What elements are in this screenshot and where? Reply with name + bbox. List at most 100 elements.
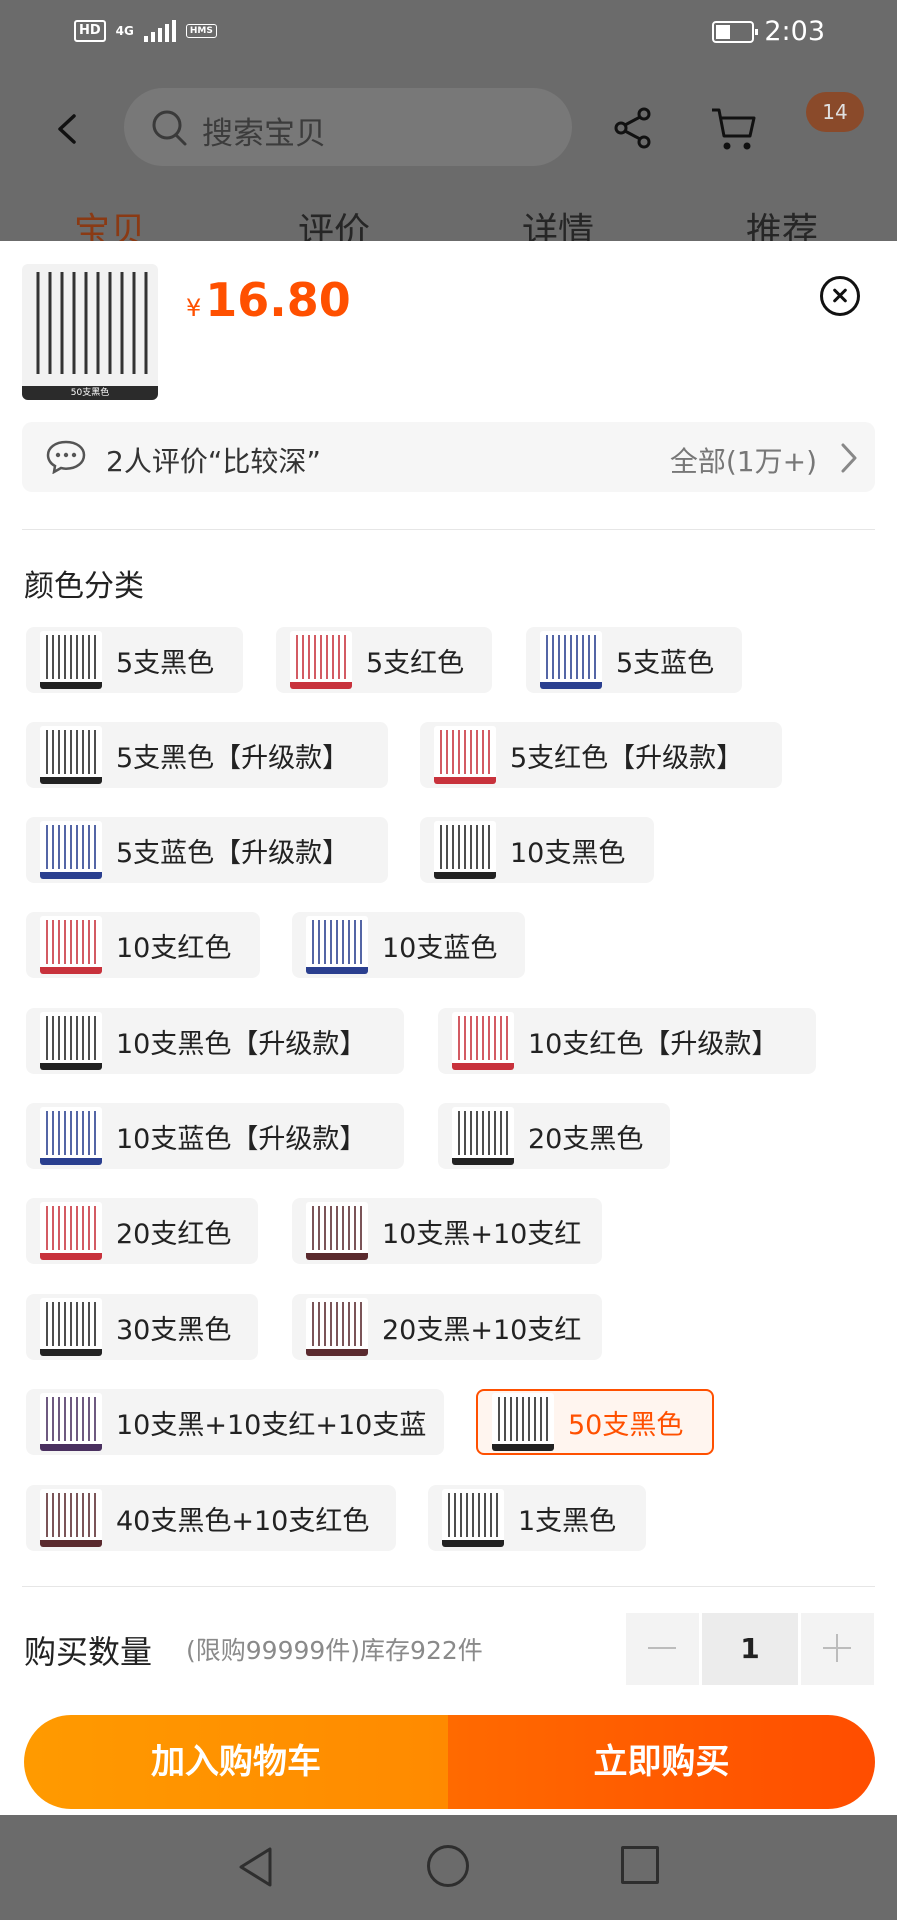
- variant-thumbnail: [40, 1298, 102, 1356]
- buy-now-button[interactable]: 立即购买: [448, 1715, 875, 1809]
- variant-title: 颜色分类: [24, 569, 144, 604]
- variant-option[interactable]: 10支黑+10支红+10支蓝: [26, 1389, 444, 1455]
- share-button[interactable]: [612, 106, 654, 154]
- variant-thumbnail: [40, 1393, 102, 1451]
- increase-button[interactable]: [801, 1613, 874, 1685]
- variant-label: 10支黑色【升级款】: [116, 1028, 367, 1060]
- variant-label: 10支黑色: [510, 837, 626, 869]
- variant-label: 40支黑色+10支红色: [116, 1505, 370, 1537]
- signal-icon: [143, 20, 176, 42]
- close-button[interactable]: [820, 276, 860, 316]
- review-all-count: 全部(1万+): [669, 445, 817, 478]
- quantity-note: (限购99999件)库存922件: [186, 1636, 483, 1665]
- quantity-title: 购买数量: [24, 1633, 153, 1671]
- variant-thumbnail: [306, 916, 368, 974]
- variant-option[interactable]: 10支红色: [26, 912, 260, 978]
- variant-thumbnail: [40, 1202, 102, 1260]
- variant-thumbnail: [306, 1202, 368, 1260]
- clock: 2:03: [764, 16, 825, 47]
- cart-button[interactable]: [710, 106, 758, 156]
- variant-thumbnail: [452, 1107, 514, 1165]
- product-header: 搜索宝贝 14 宝贝 评价 详情 推荐: [0, 68, 897, 252]
- variant-thumbnail: [40, 726, 102, 784]
- variant-thumbnail: [40, 1012, 102, 1070]
- variant-label: 5支黑色: [116, 647, 215, 679]
- variant-option[interactable]: 10支蓝色【升级款】: [26, 1103, 404, 1169]
- nav-recent-apps-icon[interactable]: [621, 1846, 659, 1884]
- variant-label: 10支红色【升级款】: [528, 1028, 779, 1060]
- chevron-right-icon: [841, 443, 857, 473]
- variant-thumbnail: [452, 1012, 514, 1070]
- product-thumbnail[interactable]: 50支黑色: [22, 264, 158, 400]
- variant-label: 20支黑+10支红: [382, 1314, 582, 1346]
- divider: [22, 1586, 875, 1587]
- quantity-input[interactable]: 1: [702, 1613, 798, 1685]
- variant-thumbnail: [40, 916, 102, 974]
- currency-symbol: ¥: [186, 294, 202, 322]
- search-placeholder: 搜索宝贝: [202, 116, 326, 152]
- variant-option[interactable]: 30支黑色: [26, 1294, 258, 1360]
- product-tabs: 宝贝 评价 详情 推荐: [0, 188, 897, 252]
- variant-thumbnail: [540, 631, 602, 689]
- variant-option[interactable]: 20支黑+10支红: [292, 1294, 602, 1360]
- variant-label: 5支蓝色: [616, 647, 715, 679]
- variant-label: 5支红色: [366, 647, 465, 679]
- review-highlight: 2人评价“比较深”: [106, 445, 321, 478]
- variant-thumbnail: [434, 821, 496, 879]
- variant-option[interactable]: 50支黑色: [476, 1389, 714, 1455]
- variant-option[interactable]: 5支红色: [276, 627, 492, 693]
- variant-thumbnail: [290, 631, 352, 689]
- back-button[interactable]: [50, 104, 90, 154]
- nav-home-icon[interactable]: [427, 1845, 469, 1887]
- variant-thumbnail: [40, 1107, 102, 1165]
- variant-thumbnail: [40, 631, 102, 689]
- variant-label: 10支黑+10支红+10支蓝: [116, 1409, 427, 1441]
- battery-icon: [712, 20, 759, 43]
- share-icon: [614, 107, 651, 149]
- variant-option[interactable]: 5支黑色: [26, 627, 243, 693]
- variant-thumbnail: [492, 1393, 554, 1451]
- variant-option[interactable]: 1支黑色: [428, 1485, 646, 1551]
- decrease-button[interactable]: [626, 1613, 699, 1685]
- variant-label: 5支红色【升级款】: [510, 742, 744, 774]
- variant-label: 30支黑色: [116, 1314, 232, 1346]
- variant-option[interactable]: 5支蓝色: [526, 627, 742, 693]
- variant-label: 10支红色: [116, 932, 232, 964]
- variant-label: 10支黑+10支红: [382, 1218, 582, 1250]
- comment-icon: [46, 440, 86, 474]
- search-bar[interactable]: 搜索宝贝: [124, 88, 572, 166]
- chevron-left-icon: [58, 114, 76, 144]
- variant-thumbnail: [40, 821, 102, 879]
- variant-label: 5支黑色【升级款】: [116, 742, 350, 774]
- review-summary[interactable]: 2人评价“比较深” 全部(1万+): [22, 422, 875, 492]
- hd-indicator: HD: [74, 20, 106, 42]
- variant-label: 5支蓝色【升级款】: [116, 837, 350, 869]
- variant-thumbnail: [434, 726, 496, 784]
- divider: [22, 529, 875, 530]
- variant-label: 20支黑色: [528, 1123, 644, 1155]
- variant-option[interactable]: 5支蓝色【升级款】: [26, 817, 388, 883]
- cart-icon: [712, 108, 756, 150]
- price: ¥ 16.80: [186, 273, 351, 327]
- quantity-stepper: 1: [626, 1613, 875, 1685]
- variant-thumbnail: [442, 1489, 504, 1547]
- cart-count-badge: 14: [806, 92, 864, 132]
- variant-option[interactable]: 10支黑色: [420, 817, 654, 883]
- variant-option[interactable]: 5支黑色【升级款】: [26, 722, 388, 788]
- nav-back-icon[interactable]: [236, 1845, 276, 1889]
- variant-option[interactable]: 10支黑色【升级款】: [26, 1008, 404, 1074]
- variant-option[interactable]: 20支红色: [26, 1198, 258, 1264]
- variant-option[interactable]: 10支蓝色: [292, 912, 525, 978]
- add-to-cart-button[interactable]: 加入购物车: [24, 1715, 448, 1809]
- variant-label: 50支黑色: [568, 1409, 684, 1441]
- variant-option[interactable]: 10支黑+10支红: [292, 1198, 602, 1264]
- thumbnail-label: 50支黑色: [22, 386, 158, 400]
- variant-option[interactable]: 5支红色【升级款】: [420, 722, 782, 788]
- hms-indicator: HMS: [185, 24, 217, 38]
- navigation-bar: [0, 1815, 897, 1920]
- variant-option[interactable]: 10支红色【升级款】: [438, 1008, 816, 1074]
- search-icon: [152, 110, 187, 146]
- variant-option[interactable]: 20支黑色: [438, 1103, 670, 1169]
- price-value: 16.80: [205, 273, 351, 327]
- variant-option[interactable]: 40支黑色+10支红色: [26, 1485, 396, 1551]
